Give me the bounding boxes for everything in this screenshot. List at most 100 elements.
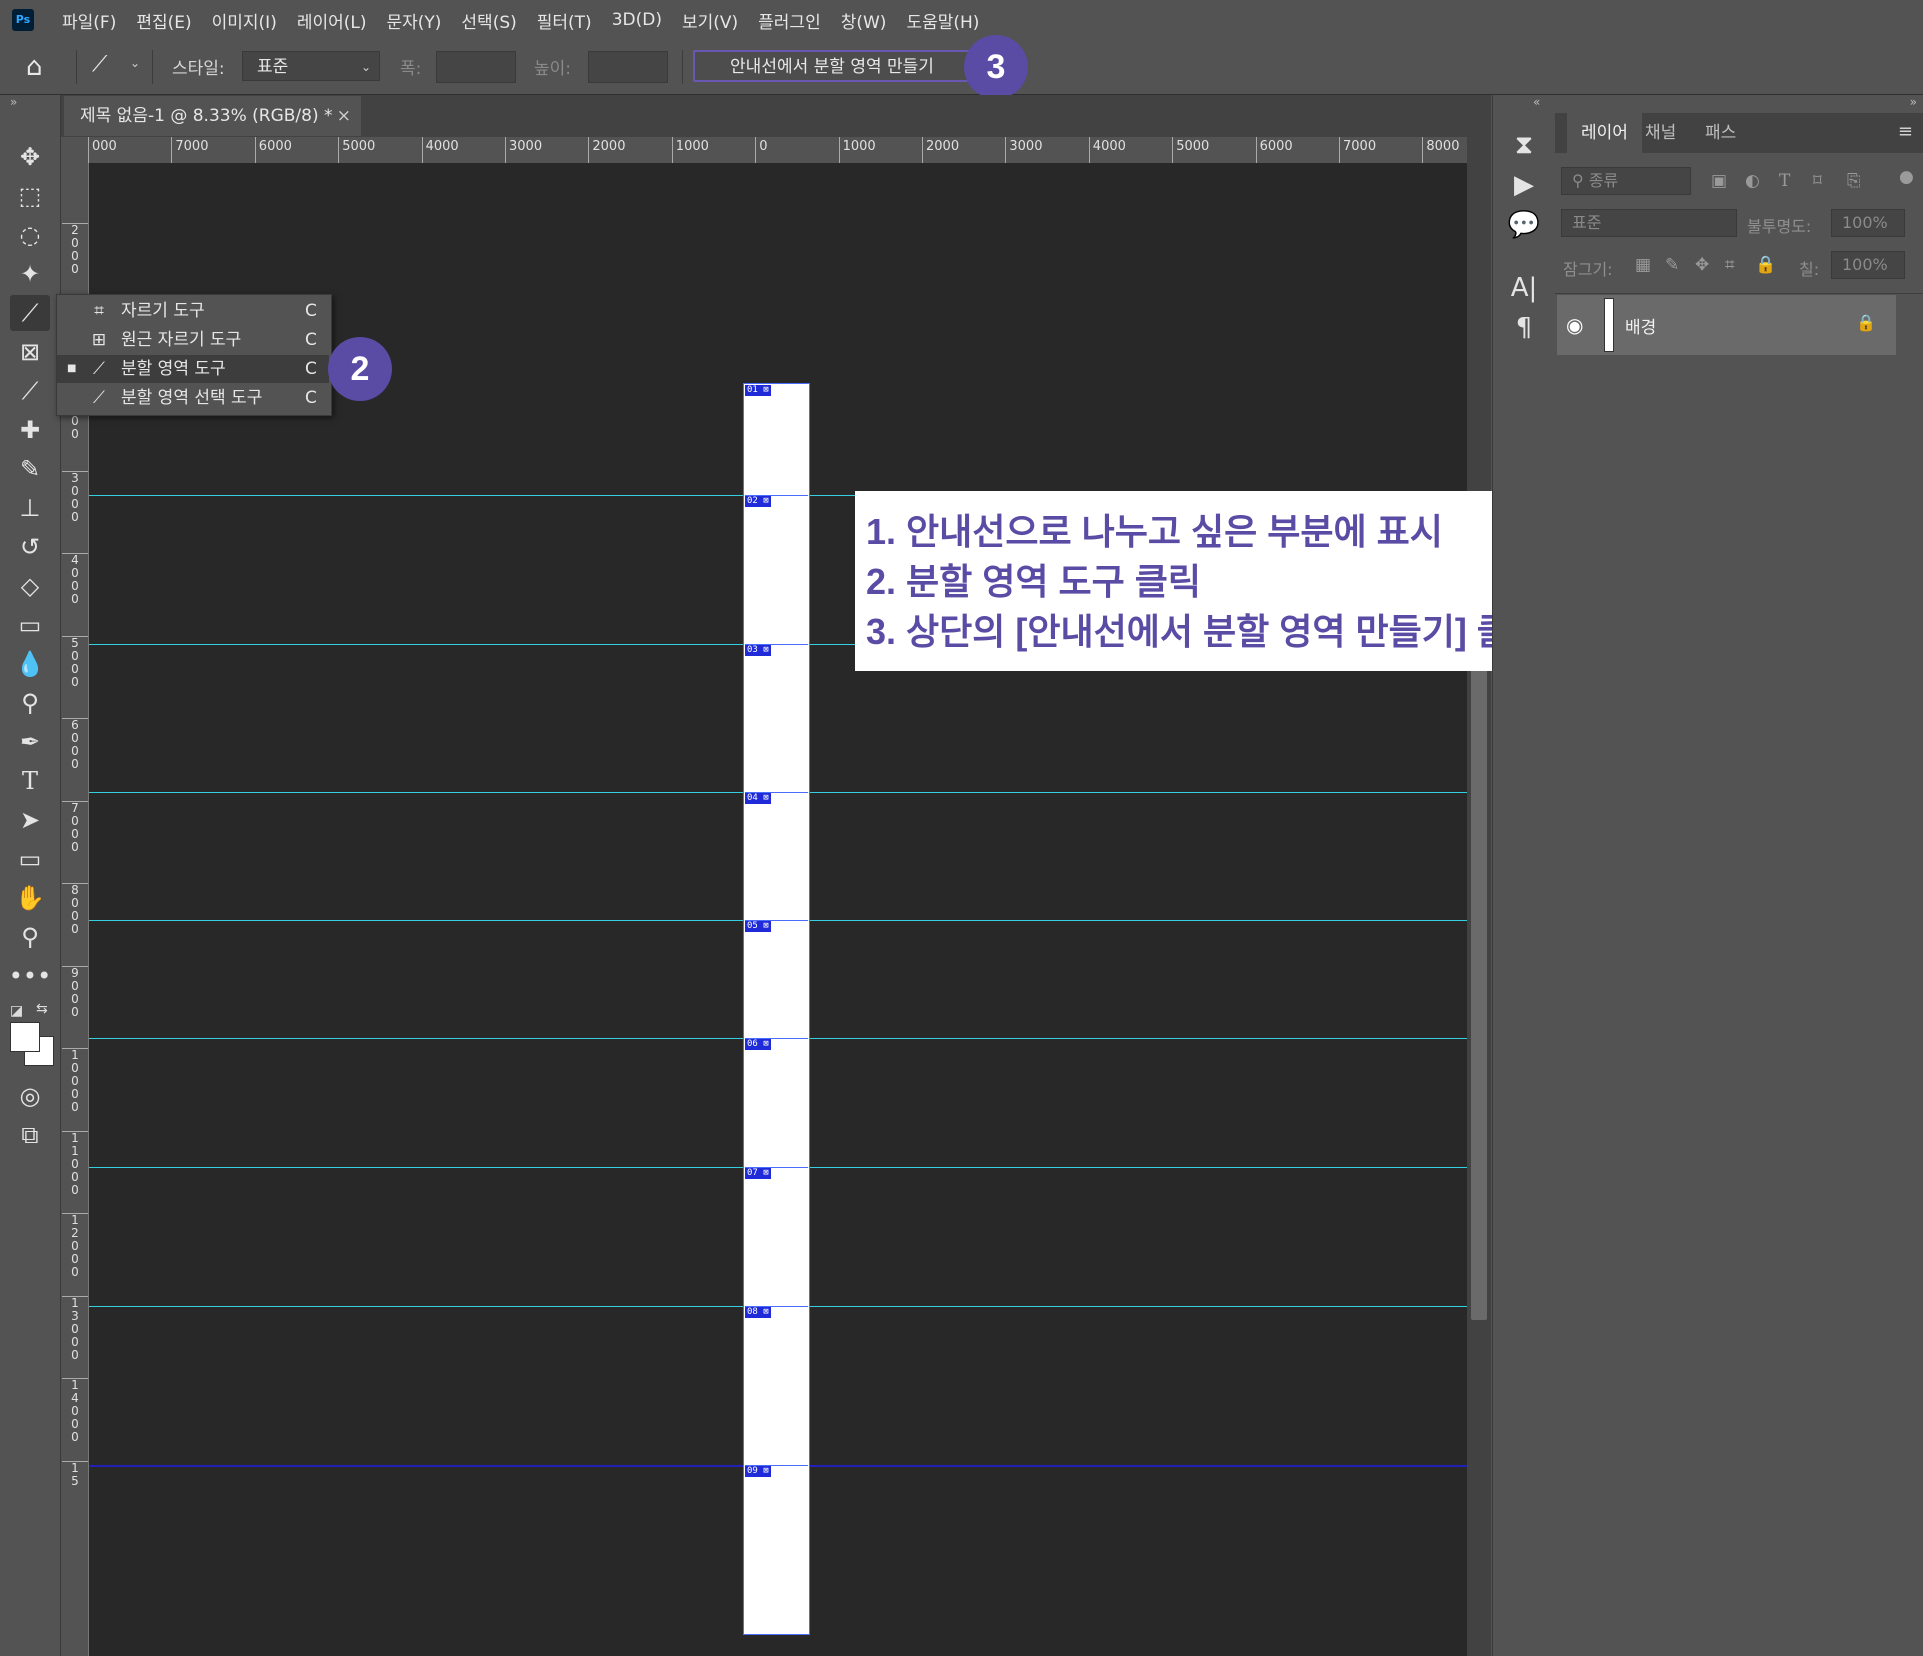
gradient-tool-icon[interactable]: ▭ bbox=[10, 607, 50, 643]
magic-wand-tool-icon[interactable]: ✦ bbox=[10, 256, 50, 292]
document-tab[interactable]: 제목 없음-1 @ 8.33% (RGB/8) * × bbox=[64, 96, 361, 136]
opacity-label: 불투명도: bbox=[1747, 217, 1812, 236]
healing-brush-tool-icon[interactable]: ✚ bbox=[10, 412, 50, 448]
menu-window[interactable]: 창(W) bbox=[831, 8, 897, 33]
step-3-badge: 3 bbox=[964, 35, 1028, 99]
more-tools-icon[interactable]: ••• bbox=[9, 958, 51, 994]
menu-layer[interactable]: 레이어(L) bbox=[287, 8, 377, 33]
visibility-eye-icon[interactable]: ◉ bbox=[1566, 313, 1583, 337]
menu-plugins[interactable]: 플러그인 bbox=[748, 8, 831, 33]
panel-tabs: 레이어 채널 패스 ≡ bbox=[1555, 113, 1923, 153]
hand-tool-icon[interactable]: ✋ bbox=[10, 880, 50, 916]
lock-artboard-icon[interactable]: ⌗ bbox=[1725, 255, 1735, 275]
history-brush-tool-icon[interactable]: ↺ bbox=[10, 529, 50, 565]
flyout-item-perspective-crop[interactable]: ⊞ 원근 자르기 도구 C bbox=[57, 326, 329, 354]
lock-transparent-icon[interactable]: ▦ bbox=[1635, 255, 1651, 275]
width-input[interactable] bbox=[436, 51, 516, 83]
slice-tool-preset-icon[interactable]: ⟋ bbox=[92, 52, 107, 77]
menu-select[interactable]: 선택(S) bbox=[451, 8, 526, 33]
actions-play-icon[interactable]: ▶ bbox=[1505, 167, 1543, 203]
screen-mode-icon[interactable]: ⧉ bbox=[10, 1117, 50, 1153]
flyout-item-slice[interactable]: ■ ⟋ 분할 영역 도구 C bbox=[57, 355, 329, 383]
slice-number-label[interactable]: 04 ⊠ bbox=[745, 793, 771, 804]
filter-pixel-icon[interactable]: ▣ bbox=[1711, 171, 1727, 191]
ruler-tick-label: 2000 bbox=[588, 137, 625, 163]
comments-icon[interactable]: 💬 bbox=[1505, 207, 1543, 243]
pen-tool-icon[interactable]: ✒ bbox=[10, 724, 50, 760]
lock-position-icon[interactable]: ✥ bbox=[1695, 255, 1709, 275]
tab-paths[interactable]: 패스 bbox=[1705, 113, 1736, 153]
slice-number-label[interactable]: 07 ⊠ bbox=[745, 1168, 771, 1179]
history-panel-icon[interactable]: ⧗ bbox=[1505, 127, 1543, 163]
ruler-tick-label: 3000 bbox=[1005, 137, 1042, 163]
menu-type[interactable]: 문자(Y) bbox=[376, 8, 451, 33]
expand-icon[interactable]: » bbox=[1910, 95, 1917, 109]
brush-tool-icon[interactable]: ✎ bbox=[10, 451, 50, 487]
foreground-color-swatch[interactable] bbox=[10, 1022, 40, 1052]
marquee-tool-icon[interactable]: ⬚ bbox=[10, 178, 50, 214]
ruler-tick-label: 1 3 0 0 0 bbox=[62, 1295, 88, 1362]
slice-number-label[interactable]: 09 ⊠ bbox=[745, 1466, 771, 1477]
filter-adjustment-icon[interactable]: ◐ bbox=[1745, 171, 1760, 191]
slice-number-label[interactable]: 01 ⊠ bbox=[745, 385, 771, 396]
layer-lock-icon[interactable]: 🔒 bbox=[1856, 313, 1876, 332]
eyedropper-tool-icon[interactable]: ⟋ bbox=[10, 373, 50, 409]
close-icon[interactable]: × bbox=[337, 96, 351, 136]
collapse-icon[interactable]: « bbox=[1533, 95, 1540, 109]
opacity-input[interactable]: 100% bbox=[1831, 209, 1905, 237]
blend-mode-select[interactable]: 표준 bbox=[1561, 209, 1737, 237]
chevron-down-icon[interactable]: ⌄ bbox=[130, 56, 140, 70]
lock-all-icon[interactable]: 🔒 bbox=[1755, 255, 1776, 275]
ruler-tick-label: 6 0 0 0 bbox=[62, 718, 88, 771]
menu-file[interactable]: 파일(F) bbox=[52, 8, 126, 33]
filter-shape-icon[interactable]: ⌑ bbox=[1813, 171, 1822, 191]
default-colors-icon[interactable]: ◪ bbox=[10, 1003, 23, 1019]
paragraph-panel-icon[interactable]: ¶ bbox=[1505, 310, 1543, 346]
menu-edit[interactable]: 편집(E) bbox=[126, 8, 201, 33]
slice-number-label[interactable]: 06 ⊠ bbox=[745, 1039, 771, 1050]
layer-filter-select[interactable]: ⚲ 종류 bbox=[1561, 167, 1691, 195]
flyout-item-crop[interactable]: ⌗ 자르기 도구 C bbox=[57, 297, 329, 325]
eraser-tool-icon[interactable]: ◇ bbox=[10, 568, 50, 604]
slice-number-label[interactable]: 05 ⊠ bbox=[745, 921, 771, 932]
rectangle-tool-icon[interactable]: ▭ bbox=[10, 841, 50, 877]
tab-layers[interactable]: 레이어 bbox=[1567, 113, 1642, 153]
ruler-tick-label: 7000 bbox=[171, 137, 208, 163]
dodge-tool-icon[interactable]: ⚲ bbox=[10, 685, 50, 721]
menu-filter[interactable]: 필터(T) bbox=[527, 8, 602, 33]
height-input[interactable] bbox=[588, 51, 668, 83]
filter-toggle-icon[interactable]: ● bbox=[1899, 167, 1914, 187]
expand-icon[interactable]: » bbox=[10, 95, 17, 109]
lasso-tool-icon[interactable]: ◌ bbox=[10, 217, 50, 253]
panel-menu-icon[interactable]: ≡ bbox=[1898, 121, 1913, 142]
zoom-tool-icon[interactable]: ⚲ bbox=[10, 919, 50, 955]
slice-number-label[interactable]: 03 ⊠ bbox=[745, 645, 771, 656]
move-tool-icon[interactable]: ✥ bbox=[10, 139, 50, 175]
menu-help[interactable]: 도움말(H) bbox=[896, 8, 989, 33]
tab-channels[interactable]: 채널 bbox=[1645, 113, 1676, 153]
swap-colors-icon[interactable]: ⇆ bbox=[36, 1001, 48, 1017]
style-label: 스타일: bbox=[172, 59, 225, 79]
fill-input[interactable]: 100% bbox=[1831, 251, 1905, 279]
menu-view[interactable]: 보기(V) bbox=[672, 8, 748, 33]
character-panel-icon[interactable]: A| bbox=[1505, 270, 1543, 306]
path-selection-tool-icon[interactable]: ➤ bbox=[10, 802, 50, 838]
slice-number-label[interactable]: 02 ⊠ bbox=[745, 496, 771, 507]
quick-mask-icon[interactable]: ◎ bbox=[10, 1078, 50, 1114]
home-icon[interactable]: ⌂ bbox=[26, 52, 43, 82]
lock-image-icon[interactable]: ✎ bbox=[1665, 255, 1679, 275]
filter-smart-object-icon[interactable]: ⎘ bbox=[1847, 171, 1861, 191]
blur-tool-icon[interactable]: 💧 bbox=[10, 646, 50, 682]
document-canvas[interactable] bbox=[743, 383, 810, 1635]
menu-3d[interactable]: 3D(D) bbox=[602, 10, 672, 30]
slice-tool-icon[interactable]: ⟋ bbox=[10, 295, 50, 331]
slice-number-label[interactable]: 08 ⊠ bbox=[745, 1307, 771, 1318]
stamp-tool-icon[interactable]: ⊥ bbox=[10, 490, 50, 526]
frame-tool-icon[interactable]: ⊠ bbox=[10, 334, 50, 370]
style-select[interactable]: 표준 ⌄ bbox=[242, 51, 380, 81]
flyout-item-slice-select[interactable]: ⟋ 분할 영역 선택 도구 C bbox=[57, 384, 329, 412]
make-slices-from-guides-button[interactable]: 안내선에서 분할 영역 만들기 bbox=[693, 50, 971, 82]
menu-image[interactable]: 이미지(I) bbox=[202, 8, 287, 33]
type-tool-icon[interactable]: T bbox=[10, 763, 50, 799]
filter-type-icon[interactable]: T bbox=[1779, 171, 1790, 191]
